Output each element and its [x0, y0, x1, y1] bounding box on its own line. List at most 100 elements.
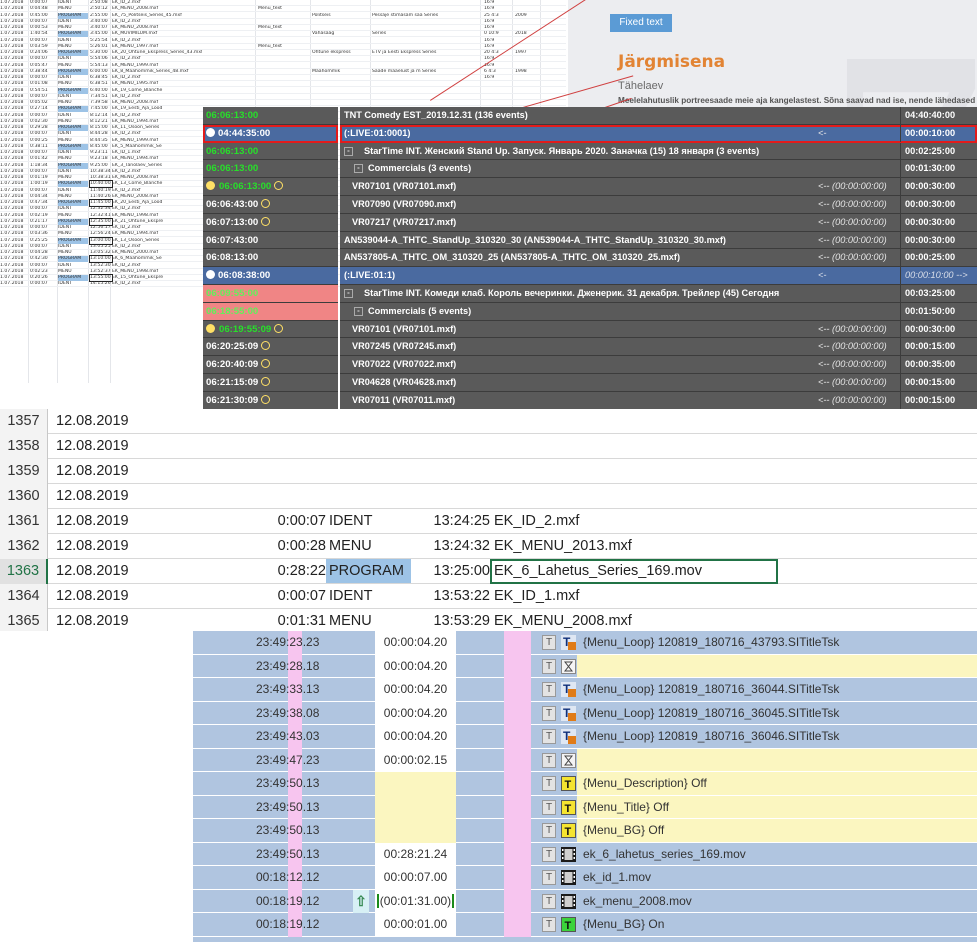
date-cell[interactable]: 12.08.2019 — [56, 434, 129, 458]
collapse-toggle-icon[interactable]: - — [344, 288, 353, 298]
row-header[interactable]: 1357 — [0, 409, 48, 434]
start-time-row[interactable]: 06:21:30:09 — [203, 392, 338, 410]
playlist-event-row[interactable]: (:LIVE:01:0001) <- 00:00:10:00 — [340, 124, 977, 143]
event-row[interactable]: 00:18:19.12 00:00:01.00 T T {Menu_BG} On — [193, 913, 977, 937]
start-cell[interactable]: 13:53:29 — [420, 609, 490, 631]
event-duration[interactable]: 00:00:04.20 — [375, 678, 456, 702]
event-duration[interactable]: ⇧ (00:01:31.00) — [353, 889, 456, 913]
start-time-row[interactable]: 06:06:13:00 — [203, 107, 338, 125]
event-duration[interactable] — [375, 795, 456, 819]
playlist-event-row[interactable]: VR07101 (VR07101.mxf) <-- (00:00:00:00) 00… — [340, 178, 977, 196]
event-duration[interactable]: 00:00:01.00 — [375, 913, 456, 937]
date-cell[interactable]: 12.08.2019 — [56, 609, 129, 631]
type-cell[interactable]: IDENT — [326, 509, 376, 533]
excel-row[interactable]: 1365 12.08.2019 0:01:31 MENU 13:53:29 EK_MENU… — [0, 609, 977, 631]
date-cell[interactable]: 12.08.2019 — [56, 484, 129, 508]
start-cell[interactable]: 13:24:32 — [420, 534, 490, 558]
start-time-row[interactable]: 06:06:13:00 — [203, 178, 338, 196]
row-header[interactable]: 1361 — [0, 509, 48, 534]
excel-row[interactable]: 1358 12.08.2019 — [0, 434, 977, 459]
row-header[interactable]: 1365 — [0, 609, 48, 631]
event-duration[interactable]: 00:00:07.00 — [375, 866, 456, 890]
playlist-event-row[interactable]: VR07022 (VR07022.mxf) <-- (00:00:00:00) 00… — [340, 356, 977, 374]
playlist-event-row[interactable]: AN539044-A_THTC_StandUp_310320_30 (AN539… — [340, 231, 977, 250]
excel-row[interactable]: 1362 12.08.2019 0:00:28 MENU 13:24:32 EK_MENU… — [0, 534, 977, 559]
start-time-row[interactable]: 06:19:55:09 — [203, 321, 338, 339]
event-duration[interactable] — [375, 819, 456, 843]
event-row[interactable]: 23:49:38.08 00:00:04.20 T T {Menu_Loop} 1208… — [193, 701, 977, 725]
start-time-row[interactable]: 06:07:13:00 — [203, 214, 338, 232]
file-cell[interactable]: EK_ID_1.mxf — [494, 584, 579, 608]
playlist-event-row[interactable]: TNT Comedy EST_2019.12.31 (136 events) 04… — [340, 107, 977, 125]
row-header[interactable]: 1359 — [0, 459, 48, 484]
arrow-up-icon[interactable]: ⇧ — [353, 889, 369, 913]
excel-row[interactable]: 1363 12.08.2019 0:28:22 PROGRAM 13:25:00 EK_6… — [0, 559, 977, 584]
row-header[interactable]: 1363 — [0, 559, 48, 584]
start-cell[interactable]: 13:25:00 — [420, 559, 490, 583]
event-row[interactable]: 23:49:47.23 00:00:02.15 T — [193, 748, 977, 772]
type-cell[interactable]: MENU — [326, 609, 375, 631]
event-row[interactable]: 23:49:50.13 00:28:21.24 Tek_6_lahetus_seri… — [193, 842, 977, 866]
duration-cell[interactable]: 0:01:31 — [270, 609, 326, 631]
event-row[interactable]: 23:49:28.18 00:00:04.20 T — [193, 654, 977, 678]
excel-row[interactable]: 1360 12.08.2019 — [0, 484, 977, 509]
start-time-row[interactable]: 06:18:55:00 — [203, 302, 338, 321]
playlist-event-row[interactable]: VR07011 (VR07011.mxf) <-- (00:00:00:00) 00… — [340, 391, 977, 410]
type-cell[interactable]: IDENT — [326, 584, 376, 608]
playlist-event-row[interactable]: VR07217 (VR07217.mxf) <-- (00:00:00:00) 00… — [340, 213, 977, 232]
file-cell[interactable]: EK_ID_2.mxf — [494, 509, 579, 533]
event-row[interactable]: 00:18:12.12 00:00:07.00 Tek_id_1.mov — [193, 866, 977, 890]
start-time-row[interactable]: 06:20:40:09 — [203, 356, 338, 374]
event-row[interactable]: 23:49:50.13 T T {Menu_Description} Off — [193, 772, 977, 796]
playlist-event-row[interactable]: - StarTime INT. Комеди клаб. Король вечер… — [340, 284, 977, 303]
type-cell[interactable]: MENU — [326, 534, 375, 558]
playlist-event-row[interactable]: - StarTime INT. Женский Stand Up. Запуск.… — [340, 142, 977, 161]
event-row[interactable]: 23:49:50.13 T T {Menu_Title} Off — [193, 795, 977, 819]
date-cell[interactable]: 12.08.2019 — [56, 509, 129, 533]
start-time-row[interactable]: 06:06:43:00 — [203, 196, 338, 214]
event-row[interactable]: 23:49:43.03 00:00:04.20 T T {Menu_Loop} 1208… — [193, 725, 977, 749]
collapse-toggle-icon[interactable]: - — [354, 306, 363, 316]
file-cell[interactable]: EK_MENU_2008.mxf — [494, 609, 632, 631]
excel-row[interactable]: 1357 12.08.2019 — [0, 409, 977, 434]
start-time-row[interactable]: 06:20:25:09 — [203, 338, 338, 357]
event-duration[interactable]: 00:00:02.15 — [375, 748, 456, 772]
event-duration[interactable]: 00:00:04.20 — [375, 631, 456, 655]
row-header[interactable]: 1362 — [0, 534, 48, 559]
start-time-row[interactable]: 06:09:55:00 — [203, 284, 338, 303]
row-header[interactable]: 1360 — [0, 484, 48, 509]
start-time-row[interactable]: 06:08:13:00 — [203, 249, 338, 268]
duration-cell[interactable]: 0:00:07 — [270, 509, 326, 533]
event-row[interactable]: 23:49:33.13 00:00:04.20 T T {Menu_Loop} 1208… — [193, 678, 977, 702]
playlist-event-row[interactable]: VR07101 (VR07101.mxf) <-- (00:00:00:00) 00… — [340, 320, 977, 339]
start-time-row[interactable]: 06:07:43:00 — [203, 232, 338, 250]
event-duration[interactable]: 00:28:21.24 — [375, 842, 456, 866]
event-duration[interactable]: 00:00:04.20 — [375, 701, 456, 725]
date-cell[interactable]: 12.08.2019 — [56, 559, 129, 583]
excel-row[interactable]: 1359 12.08.2019 — [0, 459, 977, 484]
start-time-row[interactable]: 04:44:35:00 — [203, 124, 338, 143]
event-row[interactable]: 23:49:23.23 00:00:04.20 T T {Menu_Loop} 1208… — [193, 631, 977, 655]
start-time-row[interactable]: 06:06:13:00 — [203, 160, 338, 179]
start-cell[interactable]: 13:24:25 — [420, 509, 490, 533]
event-row[interactable]: 23:49:50.13 T T {Menu_BG} Off — [193, 819, 977, 843]
date-cell[interactable]: 12.08.2019 — [56, 584, 129, 608]
start-cell[interactable]: 13:53:22 — [420, 584, 490, 608]
event-duration[interactable] — [375, 772, 456, 796]
excel-row[interactable]: 1364 12.08.2019 0:00:07 IDENT 13:53:22 EK_ID_… — [0, 584, 977, 609]
collapse-toggle-icon[interactable]: - — [354, 164, 363, 174]
playlist-event-row[interactable]: VR04628 (VR04628.mxf) <-- (00:00:00:00) 00… — [340, 373, 977, 392]
date-cell[interactable]: 12.08.2019 — [56, 409, 129, 433]
playlist-event-row[interactable]: (:LIVE:01:1) <- 00:00:10:00 --> — [340, 267, 977, 285]
playlist-event-row[interactable]: - Commercials (5 events) 00:01:50:00 — [340, 302, 977, 321]
event-duration[interactable]: 00:00:04.20 — [375, 725, 456, 749]
date-cell[interactable]: 12.08.2019 — [56, 534, 129, 558]
date-cell[interactable]: 12.08.2019 — [56, 459, 129, 483]
collapse-toggle-icon[interactable]: - — [344, 146, 353, 156]
playlist-event-row[interactable]: VR07245 (VR07245.mxf) <-- (00:00:00:00) 00… — [340, 338, 977, 357]
event-row[interactable]: 00:18:19.12 ⇧ (00:01:31.00) Tek_menu_2008.m… — [193, 889, 977, 913]
playlist-event-row[interactable]: VR07090 (VR07090.mxf) <-- (00:00:00:00) 00… — [340, 195, 977, 214]
row-header[interactable]: 1364 — [0, 584, 48, 609]
start-time-row[interactable]: 06:21:15:09 — [203, 374, 338, 392]
duration-cell[interactable]: 0:28:22 — [270, 559, 326, 583]
